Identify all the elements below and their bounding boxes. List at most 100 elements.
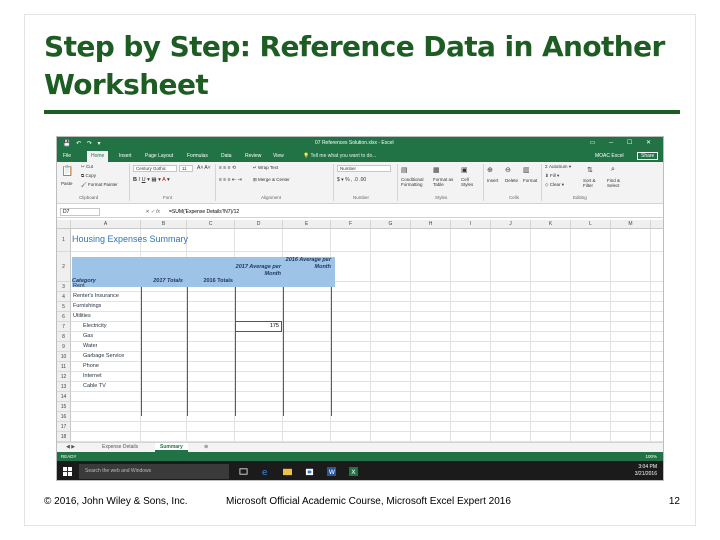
row-header[interactable]: 6 [57, 312, 71, 322]
column-header[interactable]: I [451, 220, 491, 229]
row-header[interactable]: 8 [57, 332, 71, 342]
taskbar-search[interactable]: Search the web and Windows [79, 464, 229, 479]
row-header[interactable]: 1 [57, 229, 71, 252]
column-header[interactable]: K [531, 220, 571, 229]
row-header[interactable]: 15 [57, 402, 71, 412]
window-controls[interactable]: ▭ ─ ☐ ✕ [590, 139, 657, 146]
copy-button[interactable]: ⧉ Copy [81, 173, 96, 178]
cut-button[interactable]: ✂ Cut [81, 164, 93, 170]
row-header[interactable]: 12 [57, 372, 71, 382]
header-2017-totals[interactable]: 2017 Totals [141, 278, 183, 285]
autosum-button[interactable]: Σ AutoSum ▾ [545, 164, 571, 170]
tab-file[interactable]: File [63, 153, 71, 159]
delete-cells-icon[interactable]: ⊖ [505, 166, 511, 174]
font-size-select[interactable]: 11 [179, 165, 193, 172]
zoom-level[interactable]: 100% [645, 454, 657, 459]
category-cell[interactable]: Furnishings [73, 303, 101, 309]
category-cell[interactable]: Gas [83, 333, 93, 339]
insert-cells-icon[interactable]: ⊕ [487, 166, 493, 174]
user-name[interactable]: MOAC Excel [595, 153, 624, 159]
category-cell[interactable]: Phone [83, 363, 99, 369]
sort-filter-button[interactable]: Sort & Filter [583, 178, 605, 188]
column-header[interactable]: B [141, 220, 187, 229]
column-header[interactable]: M [611, 220, 651, 229]
fill-button[interactable]: ⬇ Fill ▾ [545, 173, 559, 179]
row-header[interactable]: 4 [57, 292, 71, 302]
clear-button[interactable]: ◇ Clear ▾ [545, 182, 564, 188]
find-select-icon[interactable]: ⌕ [611, 166, 615, 174]
task-view-icon[interactable] [239, 467, 248, 476]
category-cell[interactable]: Utilities [73, 313, 91, 319]
quick-access-icons[interactable]: 💾 ↶ ↷ ▾ [63, 140, 103, 147]
merge-center-button[interactable]: ⊞ Merge & Center [253, 177, 290, 183]
column-header[interactable]: F [331, 220, 371, 229]
row-header[interactable]: 3 [57, 282, 71, 292]
sort-filter-icon[interactable]: ⇅ [587, 166, 593, 174]
category-cell[interactable]: Cable TV [83, 383, 106, 389]
conditional-formatting-button[interactable]: Conditional Formatting [401, 177, 429, 187]
column-header[interactable]: J [491, 220, 531, 229]
paste-button[interactable]: Paste [61, 181, 73, 186]
row-header[interactable]: 2 [57, 252, 71, 282]
edge-icon[interactable]: e [261, 467, 270, 476]
category-cell[interactable]: Water [83, 343, 97, 349]
paste-icon[interactable]: 📋 [61, 166, 73, 177]
format-as-table-button[interactable]: Format as Table [433, 177, 457, 187]
excel-icon[interactable]: X [349, 467, 358, 476]
fx-icon[interactable]: ✕ ✓ fx [145, 209, 160, 215]
number-format-select[interactable]: Number [337, 165, 391, 172]
tab-page-layout[interactable]: Page Layout [145, 153, 173, 159]
header-2016-avg[interactable]: 2016 Average per Month [283, 257, 331, 271]
alignment-icons-row2[interactable]: ≡ ≡ ≡ ⇤ ⇥ [219, 177, 242, 183]
windows-start-icon[interactable] [63, 467, 72, 476]
column-header[interactable]: A [71, 220, 141, 229]
format-painter-button[interactable]: 🖌 Format Painter [81, 182, 118, 188]
column-header[interactable]: D [235, 220, 283, 229]
sheet-tab-expense-details[interactable]: Expense Details [97, 443, 143, 452]
category-cell[interactable]: Electricity [83, 323, 107, 329]
column-header[interactable]: C [187, 220, 235, 229]
font-name-select[interactable]: Century Gothic [133, 165, 177, 172]
formula-input[interactable]: =SUM('Expense Details'!N7)/12 [169, 208, 239, 216]
row-header[interactable]: 10 [57, 352, 71, 362]
format-cells-icon[interactable]: ▥ [523, 166, 530, 174]
cell-styles-button[interactable]: Cell Styles [461, 177, 481, 187]
store-icon[interactable] [305, 467, 314, 476]
taskbar-clock[interactable]: 3:04 PM 3/21/2016 [635, 464, 657, 478]
column-header[interactable]: L [571, 220, 611, 229]
row-header[interactable]: 17 [57, 422, 71, 432]
tab-formulas[interactable]: Formulas [187, 153, 208, 159]
number-format-icons[interactable]: $ ▾ % , .0 .00 [337, 177, 366, 183]
tab-insert[interactable]: Insert [119, 153, 132, 159]
format-cells-button[interactable]: Format [523, 178, 537, 183]
row-header[interactable]: 5 [57, 302, 71, 312]
row-header[interactable]: 7 [57, 322, 71, 332]
sheet-title[interactable]: Housing Expenses Summary [72, 234, 188, 244]
category-cell[interactable]: Renter's Insurance [73, 293, 119, 299]
format-as-table-icon[interactable]: ▦ [433, 166, 440, 174]
row-header[interactable]: 9 [57, 342, 71, 352]
category-cell[interactable]: Garbage Service [83, 353, 124, 359]
column-header[interactable]: H [411, 220, 451, 229]
file-explorer-icon[interactable] [283, 467, 292, 476]
font-style-buttons[interactable]: B I U ▾ ▦ ▾ A ▾ [133, 177, 170, 183]
share-button[interactable]: Share [637, 152, 659, 160]
new-sheet-icon[interactable]: ⊕ [199, 443, 213, 452]
delete-cells-button[interactable]: Delete [505, 178, 518, 183]
tab-view[interactable]: View [273, 153, 284, 159]
word-icon[interactable]: W [327, 467, 336, 476]
select-all-corner[interactable] [57, 220, 71, 229]
grow-shrink-font-icons[interactable]: A˄ A˅ [197, 165, 211, 171]
row-header[interactable]: 18 [57, 432, 71, 442]
insert-cells-button[interactable]: Insert [487, 178, 498, 183]
header-2016-totals[interactable]: 2016 Totals [185, 278, 233, 285]
header-2017-avg[interactable]: 2017 Average per Month [235, 264, 281, 278]
tab-data[interactable]: Data [221, 153, 232, 159]
tab-home[interactable]: Home [87, 151, 109, 162]
column-header[interactable]: N [651, 220, 663, 229]
row-header[interactable]: 14 [57, 392, 71, 402]
wrap-text-button[interactable]: ↵ Wrap Text [253, 165, 278, 171]
tell-me-box[interactable]: 💡 Tell me what you want to do... [303, 153, 376, 159]
sheet-scroll-arrows[interactable]: ◀ ▶ [61, 443, 80, 452]
find-select-button[interactable]: Find & Select [607, 178, 631, 188]
